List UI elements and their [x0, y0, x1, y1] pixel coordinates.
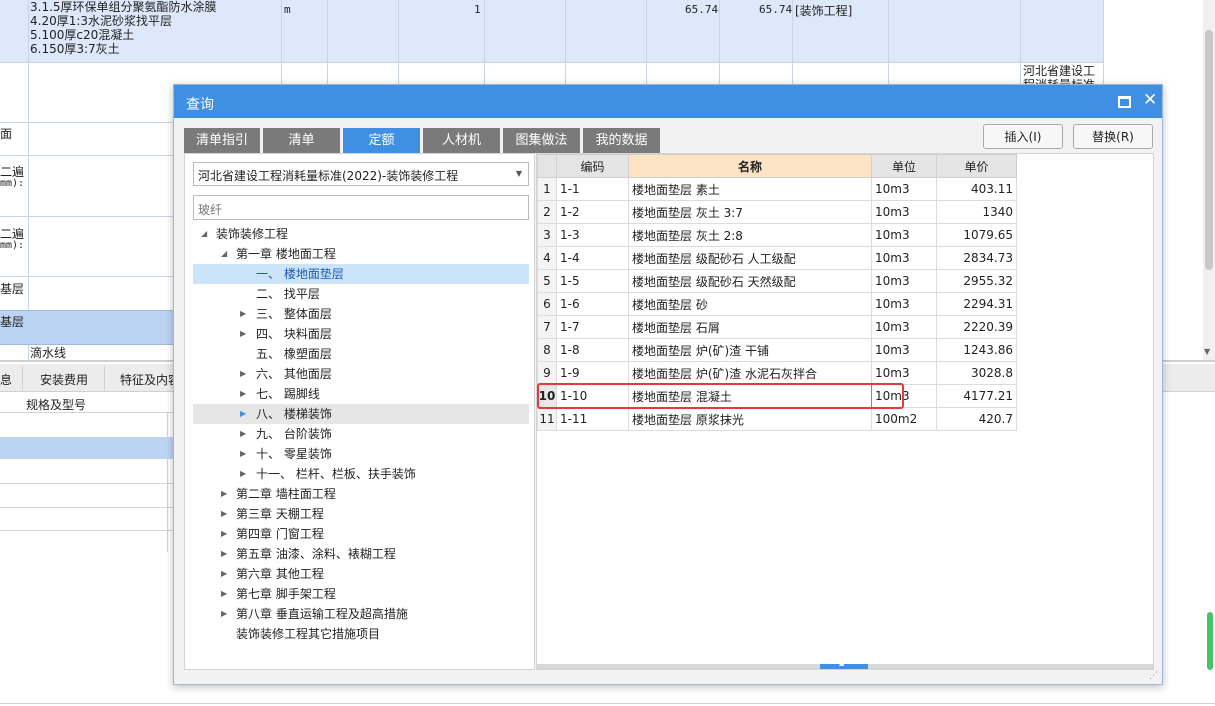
tab-labor-material[interactable]: 人材机 [423, 128, 500, 153]
bg-scroll-thumb[interactable] [1205, 30, 1213, 270]
header-name[interactable]: 名称 [628, 154, 872, 178]
left-blue-row[interactable] [0, 310, 173, 345]
replace-button[interactable]: 替换(R) [1073, 124, 1153, 149]
highlight-box [537, 383, 904, 409]
tree-item-chapter[interactable]: ▶ 第八章 垂直运输工程及超高措施 [185, 604, 534, 624]
tree-item[interactable]: ▶ 十一、 栏杆、栏板、扶手装饰 [185, 464, 534, 484]
search-input[interactable]: 玻纤 [193, 195, 529, 220]
tab-quota[interactable]: 定额 [343, 128, 420, 153]
collapsed-icon[interactable]: ▶ [240, 464, 246, 484]
tree-item-chapter[interactable]: ▶ 第六章 其他工程 [185, 564, 534, 584]
search-text: 玻纤 [198, 203, 223, 217]
tree-item[interactable]: ▶ 十、 零星装饰 [185, 444, 534, 464]
header-unit[interactable]: 单位 [871, 154, 937, 178]
close-icon[interactable]: ✕ [1143, 90, 1157, 110]
table-row[interactable]: 9 1-9 楼地面垫层 炉(矿)渣 水泥石灰拌合 10m3 3028.8 [537, 361, 1017, 385]
chevron-down-icon[interactable]: ▼ [516, 169, 522, 178]
tree-item-selected[interactable]: 一、 楼地面垫层 [193, 264, 529, 284]
collapsed-icon[interactable]: ▶ [221, 584, 227, 604]
top-row-price1: 65.74 [685, 3, 719, 16]
table-row[interactable]: 5 1-5 楼地面垫层 级配砂石 天然级配 10m3 2955.32 [537, 269, 1017, 293]
table-row[interactable]: 3 1-3 楼地面垫层 灰土 2:8 10m3 1079.65 [537, 223, 1017, 247]
top-row-unit: m [284, 3, 291, 16]
tree-item[interactable]: 五、 橡塑面层 [185, 344, 534, 364]
collapsed-icon[interactable]: ▶ [240, 324, 246, 344]
dialog-titlebar[interactable]: 查询 ✕ [174, 85, 1162, 118]
bottom-tab-info[interactable]: 息 [0, 371, 12, 388]
top-row-qty: 1 [474, 3, 481, 16]
standard-select-value: 河北省建设工程消耗量标准(2022)-装饰装修工程 [198, 169, 459, 183]
tree-item-chapter1[interactable]: ◢ 第一章 楼地面工程 [185, 244, 534, 264]
standard-select[interactable]: 河北省建设工程消耗量标准(2022)-装饰装修工程 ▼ [193, 162, 529, 186]
collapsed-icon[interactable]: ▶ [240, 304, 246, 324]
bg-scroll-down-icon[interactable]: ▼ [1204, 347, 1210, 356]
tree-item-chapter[interactable]: 装饰装修工程其它措施项目 [185, 624, 534, 644]
right-pane: 编码 名称 单位 单价 1 1-1 楼地面垫层 素土 10m3 403.11 2 1-2 楼… [536, 153, 1154, 670]
top-row-category: [装饰工程] [795, 4, 853, 18]
tree-item[interactable]: ▶ 三、 整体面层 [185, 304, 534, 324]
collapsed-icon[interactable]: ▶ [221, 504, 227, 524]
expanded-icon[interactable]: ◢ [221, 244, 227, 264]
resize-grip-icon[interactable]: ⋰ [1149, 671, 1158, 681]
collapsed-icon[interactable]: ▶ [221, 604, 227, 624]
table-header: 编码 名称 单位 单价 [537, 154, 1017, 178]
tree-item-root[interactable]: ◢ 装饰装修工程 [185, 224, 534, 244]
tree-item-chapter[interactable]: ▶ 第三章 天棚工程 [185, 504, 534, 524]
collapsed-icon[interactable]: ▶ [221, 524, 227, 544]
tree-item[interactable]: 二、 找平层 [185, 284, 534, 304]
collapsed-icon[interactable]: ▶ [221, 484, 227, 504]
top-row-price2: 65.74 [759, 3, 793, 16]
left-frag-8: 滴水线 [30, 346, 67, 360]
collapsed-icon[interactable]: ▶ [221, 544, 227, 564]
tree-item-hover[interactable]: ▶ 八、 楼梯装饰 [193, 404, 529, 424]
table-row[interactable]: 4 1-4 楼地面垫层 级配砂石 人工级配 10m3 2834.73 [537, 246, 1017, 270]
table-row[interactable]: 6 1-6 楼地面垫层 砂 10m3 2294.31 [537, 292, 1017, 316]
chevron-up-icon[interactable]: ▲ [839, 659, 844, 667]
tree-item-chapter[interactable]: ▶ 第四章 门窗工程 [185, 524, 534, 544]
collapsed-icon[interactable]: ▶ [221, 564, 227, 584]
left-frag-3: mm): [0, 178, 25, 189]
tab-bill-guide[interactable]: 清单指引 [184, 128, 260, 153]
collapsed-icon[interactable]: ▶ [240, 364, 246, 384]
table-row[interactable]: 8 1-8 楼地面垫层 炉(矿)渣 干铺 10m3 1243.86 [537, 338, 1017, 362]
collapsed-icon[interactable]: ▶ [240, 384, 246, 404]
left-pane: 河北省建设工程消耗量标准(2022)-装饰装修工程 ▼ 玻纤 ◢ 装饰装修工程 … [184, 153, 535, 670]
table-row[interactable]: 11 1-11 楼地面垫层 原浆抹光 100m2 420.7 [537, 407, 1017, 431]
tab-bill[interactable]: 清单 [263, 128, 340, 153]
collapsed-icon[interactable]: ▶ [240, 444, 246, 464]
bottom-tab-install-fee[interactable]: 安装费用 [40, 371, 88, 388]
header-price[interactable]: 单价 [936, 154, 1017, 178]
expanded-icon[interactable]: ◢ [201, 224, 207, 244]
tree-item[interactable]: ▶ 七、 踢脚线 [185, 384, 534, 404]
tab-atlas-method[interactable]: 图集做法 [503, 128, 580, 153]
collapsed-icon[interactable]: ▶ [240, 404, 246, 424]
tree-item-chapter[interactable]: ▶ 第二章 墙柱面工程 [185, 484, 534, 504]
left-frag-7: 基层 [0, 315, 25, 329]
bottom-tab-features[interactable]: 特征及内容 [120, 371, 180, 388]
top-row-desc: 3.1.5厚环保单组分聚氨酯防水涂膜 4.20厚1:3水泥砂浆找平层 5.100… [30, 0, 217, 56]
bottom-right-scroll-thumb[interactable] [1207, 612, 1213, 670]
table-row[interactable]: 1 1-1 楼地面垫层 素土 10m3 403.11 [537, 177, 1017, 201]
tree-item-chapter[interactable]: ▶ 第七章 脚手架工程 [185, 584, 534, 604]
tree-item-chapter[interactable]: ▶ 第五章 油漆、涂料、裱糊工程 [185, 544, 534, 564]
maximize-icon[interactable] [1118, 96, 1131, 108]
left-frag-6: 基层 [0, 282, 25, 296]
tree-item[interactable]: ▶ 九、 台阶装饰 [185, 424, 534, 444]
tree-item[interactable]: ▶ 四、 块料面层 [185, 324, 534, 344]
tab-my-data[interactable]: 我的数据 [583, 128, 660, 153]
insert-button[interactable]: 插入(I) [983, 124, 1063, 149]
left-frag-5: mm): [0, 240, 25, 251]
table-row[interactable]: 2 1-2 楼地面垫层 灰土 3:7 10m3 1340 [537, 200, 1017, 224]
header-rownum [537, 154, 557, 178]
bottom-header-spec: 规格及型号 [26, 398, 87, 412]
left-frag-1: 面 [0, 127, 13, 141]
table-row[interactable]: 7 1-7 楼地面垫层 石屑 10m3 2220.39 [537, 315, 1017, 339]
header-code[interactable]: 编码 [556, 154, 629, 178]
tree-item[interactable]: ▶ 六、 其他面层 [185, 364, 534, 384]
dialog-title: 查询 [186, 97, 214, 113]
collapsed-icon[interactable]: ▶ [240, 424, 246, 444]
